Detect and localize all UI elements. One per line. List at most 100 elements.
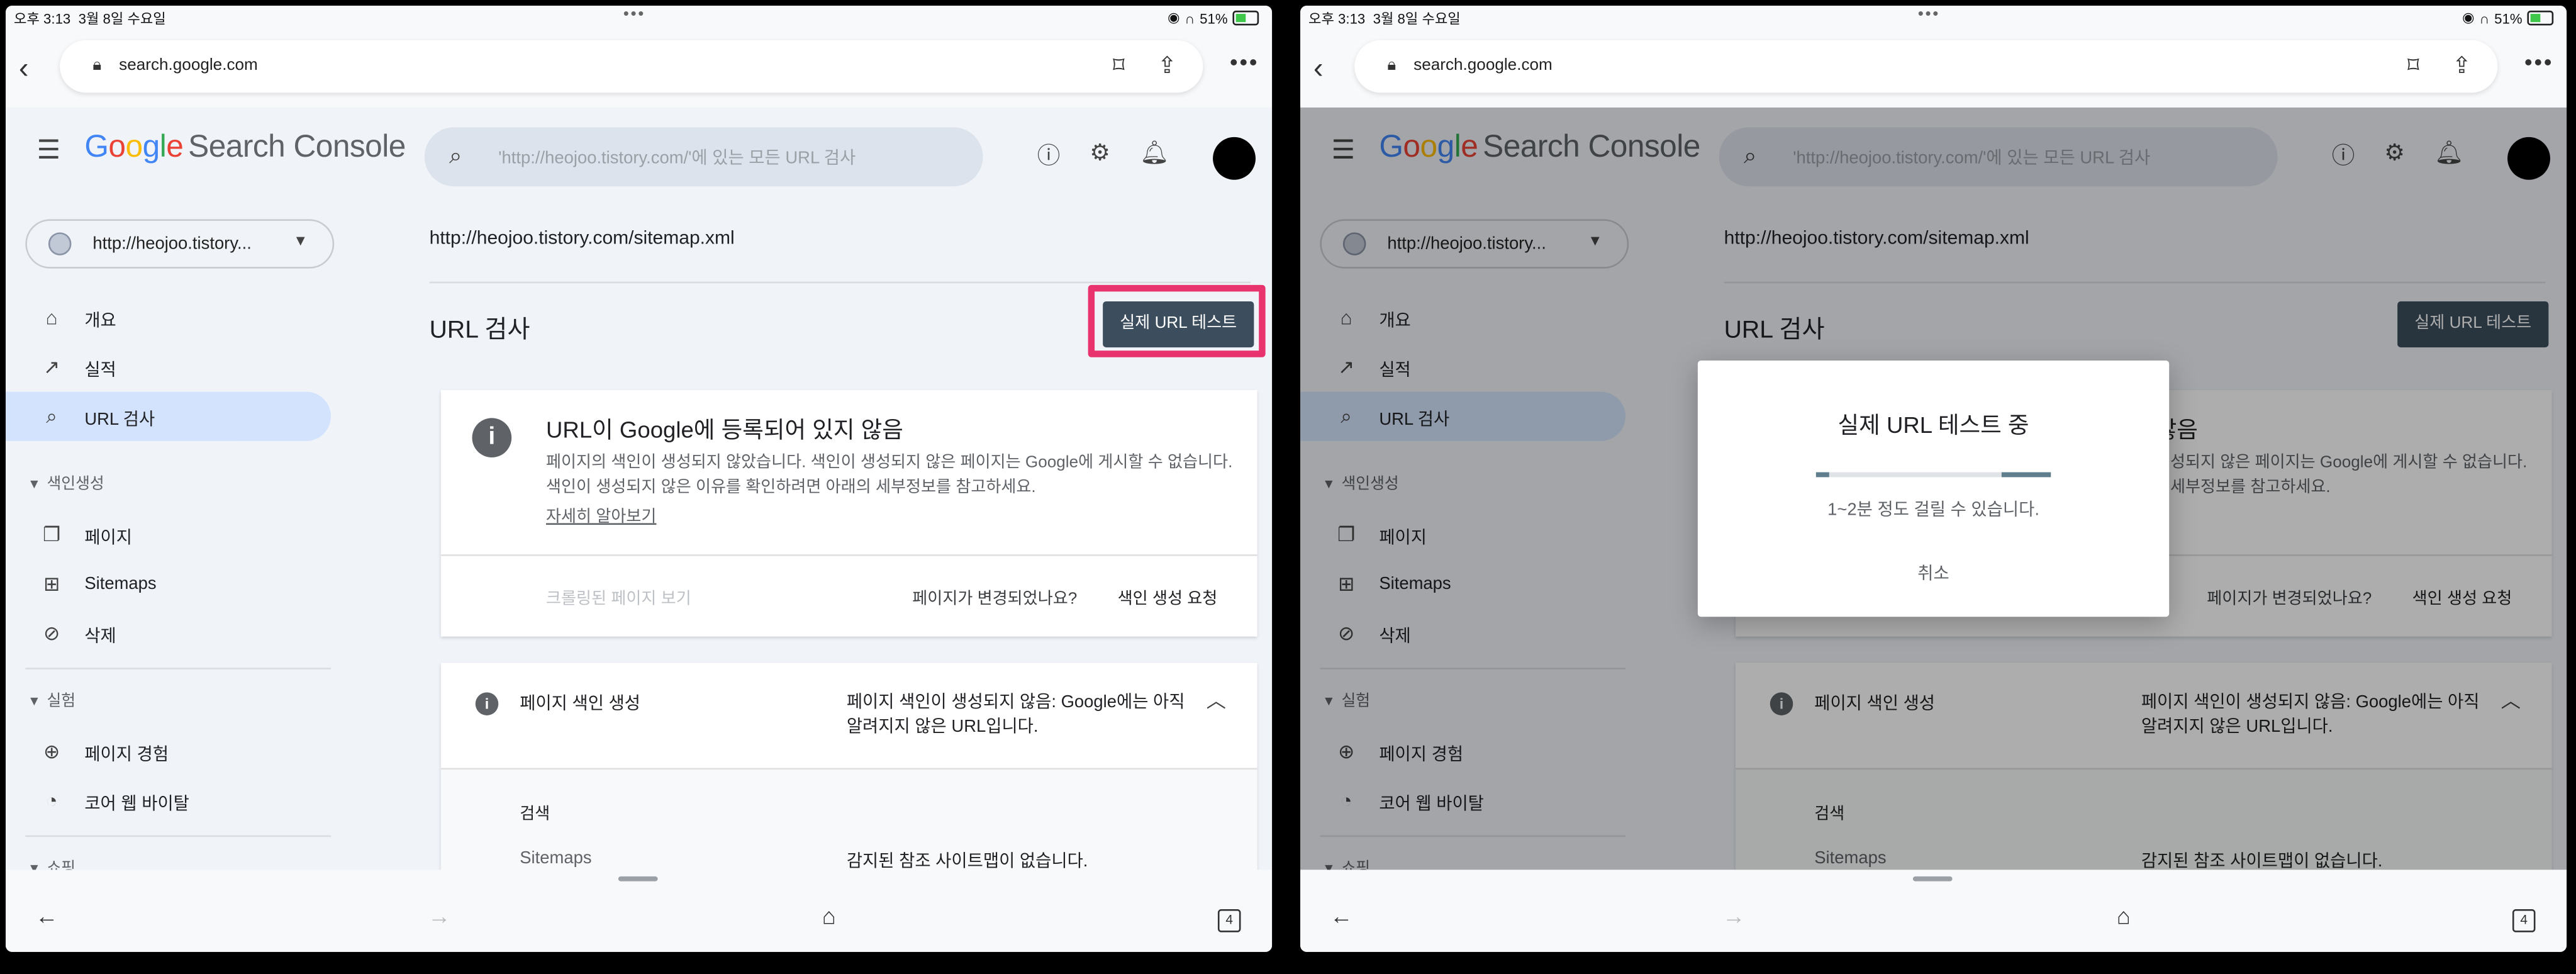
wifi-icon: ◉ — [2462, 9, 2475, 26]
status-time: 오후 3:13 — [1308, 10, 1366, 27]
sidebar-item-pages[interactable]: ❐ 페이지 — [6, 510, 331, 559]
sitemaps-key: Sitemaps — [520, 848, 592, 868]
ipad-screen-left: 오후 3:13 3월 8일 수요일 ••• ◉ ∩ 51% ‹ 🔒︎ search.… — [6, 6, 1273, 952]
info-icon: i — [475, 692, 499, 715]
main-content: http://heojoo.tistory.com/sitemap.xml UR… — [429, 206, 1272, 918]
progress-bar — [1815, 472, 2051, 478]
sidebar-item-core-web-vitals[interactable]: ◔ 코어 웹 바이탈 — [6, 776, 331, 826]
sidebar-item-removals[interactable]: ⊘ 삭제 — [6, 608, 331, 658]
sidebar-item-page-experience[interactable]: ⊕ 페이지 경험 — [6, 727, 331, 776]
divider — [25, 668, 331, 669]
info-icon: i — [472, 418, 512, 458]
battery-percent: 51% — [2494, 9, 2523, 26]
forward-arrow-icon[interactable]: → — [1722, 903, 1746, 929]
eye-off-icon: ⊘ — [43, 622, 60, 645]
dialog-description: 1~2분 정도 걸릴 수 있습니다. — [1827, 500, 2039, 520]
cancel-button[interactable]: 취소 — [1698, 561, 2169, 586]
manage-users-icon[interactable]: ⚙ — [1090, 138, 1110, 171]
search-placeholder: 'http://heojoo.tistory.com/'에 있는 모든 URL … — [498, 148, 856, 169]
menu-icon[interactable]: ☰ — [37, 134, 60, 167]
plus-circle-icon: ⊕ — [43, 740, 60, 763]
live-url-test-button[interactable]: 실제 URL 테스트 — [1103, 301, 1254, 348]
battery-icon — [2527, 10, 2554, 26]
dialog-title: 실제 URL 테스트 중 — [1837, 411, 2029, 438]
avatar[interactable] — [1213, 137, 1256, 180]
browser-toolbar: ‹ 🔒︎ search.google.com ⌑ ⇪ ••• — [1300, 28, 2567, 108]
address-text: search.google.com — [119, 56, 258, 75]
globe-icon — [48, 232, 72, 255]
status-bar: 오후 3:13 3월 8일 수요일 ••• ◉ ∩ 51% — [6, 6, 1273, 29]
ipad-screen-right: 오후 3:13 3월 8일 수요일 ••• ◉ ∩ 51% ‹ 🔒︎ search.… — [1300, 6, 2567, 952]
address-bar[interactable]: 🔒︎ search.google.com ⌑ ⇪ — [60, 40, 1203, 93]
forward-arrow-icon[interactable]: → — [428, 903, 451, 929]
chevron-up-icon[interactable]: ︿ — [1207, 686, 1226, 714]
tabs-icon[interactable]: 4 — [2512, 909, 2536, 932]
battery-percent: 51% — [1200, 9, 1228, 26]
multitask-dots-icon[interactable]: ••• — [623, 6, 645, 24]
live-test-dialog: 실제 URL 테스트 중 1~2분 정도 걸릴 수 있습니다. 취소 — [1697, 360, 2170, 617]
sidebar-item-url-inspection[interactable]: ⌕ URL 검사 — [6, 391, 331, 441]
home-icon: ⌂ — [45, 306, 58, 330]
view-crawled-page-button[interactable]: 크롤링된 페이지 보기 — [546, 584, 691, 609]
learn-more-link[interactable]: 자세히 알아보기 — [546, 502, 656, 527]
lock-icon: 🔒︎ — [1387, 56, 1397, 75]
discovery-heading: 검색 — [520, 805, 550, 824]
bookmark-icon[interactable]: ⌑ — [1113, 52, 1125, 79]
request-indexing-button[interactable]: 색인 생성 요청 — [1118, 584, 1218, 609]
address-text: search.google.com — [1413, 56, 1553, 75]
inspected-url: http://heojoo.tistory.com/sitemap.xml — [429, 229, 735, 249]
left-screenshot: 오후 3:13 3월 8일 수요일 ••• ◉ ∩ 51% ‹ 🔒︎ search.… — [0, 0, 1281, 974]
section-indexing[interactable]: ▾ 색인생성 — [30, 471, 104, 494]
right-screenshot: 오후 3:13 3월 8일 수요일 ••• ◉ ∩ 51% ‹ 🔒︎ search.… — [1295, 0, 2576, 974]
browser-back-icon[interactable]: ‹ — [19, 52, 29, 86]
tabs-icon[interactable]: 4 — [1217, 909, 1241, 932]
more-options-icon[interactable]: ••• — [2524, 48, 2553, 75]
dropdown-caret-icon: ▼ — [293, 232, 308, 249]
page-indexing-heading: 페이지 색인 생성 — [520, 694, 641, 714]
headphones-icon: ∩ — [2479, 9, 2490, 26]
google-search-console-logo[interactable]: Google Search Console — [84, 130, 406, 166]
page-indexing-value: 페이지 색인이 생성되지 않음: Google에는 아직 알려지지 않은 URL… — [846, 692, 1185, 737]
share-icon[interactable]: ⇪ — [1157, 52, 1177, 79]
url-inspect-search[interactable]: ⌕ 'http://heojoo.tistory.com/'에 있는 모든 UR… — [424, 127, 983, 187]
section-experiments[interactable]: ▾ 실험 — [30, 688, 75, 710]
page-changed-text: 페이지가 변경되었나요? — [912, 590, 1078, 609]
notifications-icon[interactable]: 🔔︎ — [1140, 138, 1169, 171]
status-date: 3월 8일 수요일 — [1373, 10, 1461, 27]
lock-icon: 🔒︎ — [92, 56, 102, 75]
search-icon: ⌕ — [449, 142, 462, 169]
gauge-icon: ◔ — [45, 789, 58, 813]
browser-toolbar: ‹ 🔒︎ search.google.com ⌑ ⇪ ••• — [6, 28, 1273, 108]
sidebar-item-overview[interactable]: ⌂ 개요 — [6, 293, 331, 342]
help-icon[interactable]: ⓘ — [1037, 138, 1061, 171]
divider — [25, 835, 331, 837]
status-heading: URL이 Google에 등록되어 있지 않음 — [546, 416, 903, 443]
drag-handle[interactable] — [618, 876, 658, 882]
status-description: 페이지의 색인이 생성되지 않았습니다. 색인이 생성되지 않은 페이지는 Go… — [546, 454, 1233, 496]
address-bar[interactable]: 🔒︎ search.google.com ⌑ ⇪ — [1354, 40, 2498, 93]
search-icon: ⌕ — [46, 405, 57, 428]
share-icon[interactable]: ⇪ — [2452, 52, 2472, 79]
more-options-icon[interactable]: ••• — [1230, 48, 1259, 75]
browser-bottom-bar: ← → ⌂ 4 — [1300, 870, 2567, 952]
property-selector[interactable]: http://heojoo.tistory... ▼ — [25, 219, 335, 269]
drag-handle[interactable] — [1912, 876, 1953, 882]
progress-segment — [2001, 472, 2051, 478]
property-label: http://heojoo.tistory... — [92, 233, 252, 254]
browser-back-icon[interactable]: ‹ — [1313, 52, 1324, 86]
status-bar: 오후 3:13 3월 8일 수요일 ••• ◉ ∩ 51% — [1300, 6, 2567, 29]
pages-icon: ❐ — [43, 523, 61, 547]
sidebar-item-performance[interactable]: ↗ 실적 — [6, 342, 331, 391]
multitask-dots-icon[interactable]: ••• — [1918, 6, 1940, 24]
divider — [440, 554, 1257, 556]
bookmark-icon[interactable]: ⌑ — [2407, 52, 2419, 79]
progress-segment — [1815, 472, 1829, 478]
back-arrow-icon[interactable]: ← — [1330, 903, 1353, 929]
battery-icon — [1232, 10, 1259, 26]
home-icon[interactable]: ⌂ — [2117, 903, 2131, 929]
home-icon[interactable]: ⌂ — [822, 903, 836, 929]
sidebar-item-sitemaps[interactable]: ⊞ Sitemaps — [6, 559, 331, 608]
status-time: 오후 3:13 — [14, 10, 71, 27]
back-arrow-icon[interactable]: ← — [35, 903, 59, 929]
wifi-icon: ◉ — [1168, 9, 1180, 26]
